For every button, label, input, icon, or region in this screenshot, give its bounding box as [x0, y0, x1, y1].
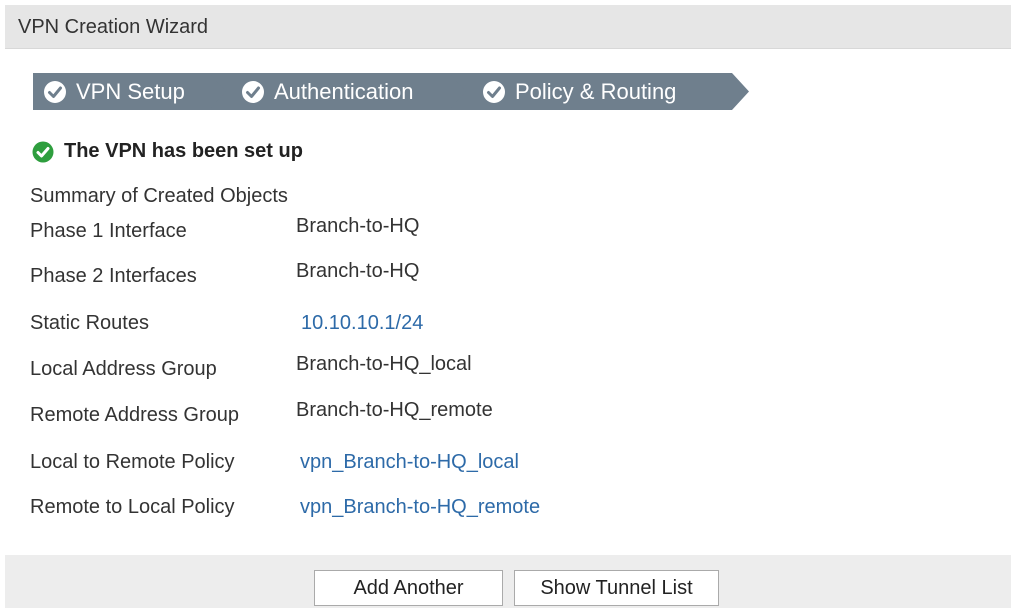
row-label: Local Address Group [30, 358, 217, 380]
row-value: Branch-to-HQ [296, 260, 420, 282]
add-another-button[interactable]: Add Another [314, 570, 503, 606]
row-label: Phase 1 Interface [30, 220, 187, 242]
summary-row-phase1: Phase 1 Interface Branch-to-HQ [30, 215, 730, 248]
row-value: Branch-to-HQ [296, 215, 420, 237]
summary-row-local-address-group: Local Address Group Branch-to-HQ_local [30, 353, 730, 386]
row-value: Branch-to-HQ_local [296, 353, 472, 375]
summary-title: Summary of Created Objects [30, 185, 288, 207]
step-vpn-setup: VPN Setup [33, 73, 228, 110]
local-to-remote-policy-link[interactable]: vpn_Branch-to-HQ_local [300, 451, 519, 474]
check-circle-icon [43, 80, 67, 104]
wizard-title: VPN Creation Wizard [18, 16, 209, 38]
row-label: Static Routes [30, 312, 149, 334]
step-policy-routing: Policy & Routing [449, 73, 749, 110]
wizard-steps: VPN Setup Authentication Policy & Routin… [33, 73, 733, 110]
check-circle-icon [241, 80, 265, 104]
wizard-title-bar: VPN Creation Wizard [5, 5, 1011, 49]
static-routes-link[interactable]: 10.10.10.1/24 [301, 312, 423, 335]
step-label: VPN Setup [76, 78, 185, 104]
summary-row-static-routes: Static Routes 10.10.10.1/24 [30, 310, 730, 340]
summary-row-remote-to-local-policy: Remote to Local Policy vpn_Branch-to-HQ_… [30, 494, 730, 524]
row-label: Remote to Local Policy [30, 496, 235, 518]
summary-row-phase2: Phase 2 Interfaces Branch-to-HQ [30, 260, 730, 293]
summary-row-remote-address-group: Remote Address Group Branch-to-HQ_remote [30, 399, 730, 432]
remote-to-local-policy-link[interactable]: vpn_Branch-to-HQ_remote [300, 496, 540, 519]
step-label: Policy & Routing [515, 78, 677, 104]
summary-row-local-to-remote-policy: Local to Remote Policy vpn_Branch-to-HQ_… [30, 449, 730, 479]
row-value: Branch-to-HQ_remote [296, 399, 493, 421]
status-message: The VPN has been set up [32, 140, 303, 163]
check-circle-icon [482, 80, 506, 104]
row-label: Local to Remote Policy [30, 451, 235, 473]
status-text: The VPN has been set up [64, 140, 303, 162]
step-authentication: Authentication [209, 73, 492, 110]
row-label: Remote Address Group [30, 404, 239, 426]
wizard-footer [5, 555, 1011, 608]
show-tunnel-list-button[interactable]: Show Tunnel List [514, 570, 719, 606]
step-label: Authentication [274, 78, 414, 104]
row-label: Phase 2 Interfaces [30, 265, 197, 287]
success-check-icon [32, 141, 54, 163]
